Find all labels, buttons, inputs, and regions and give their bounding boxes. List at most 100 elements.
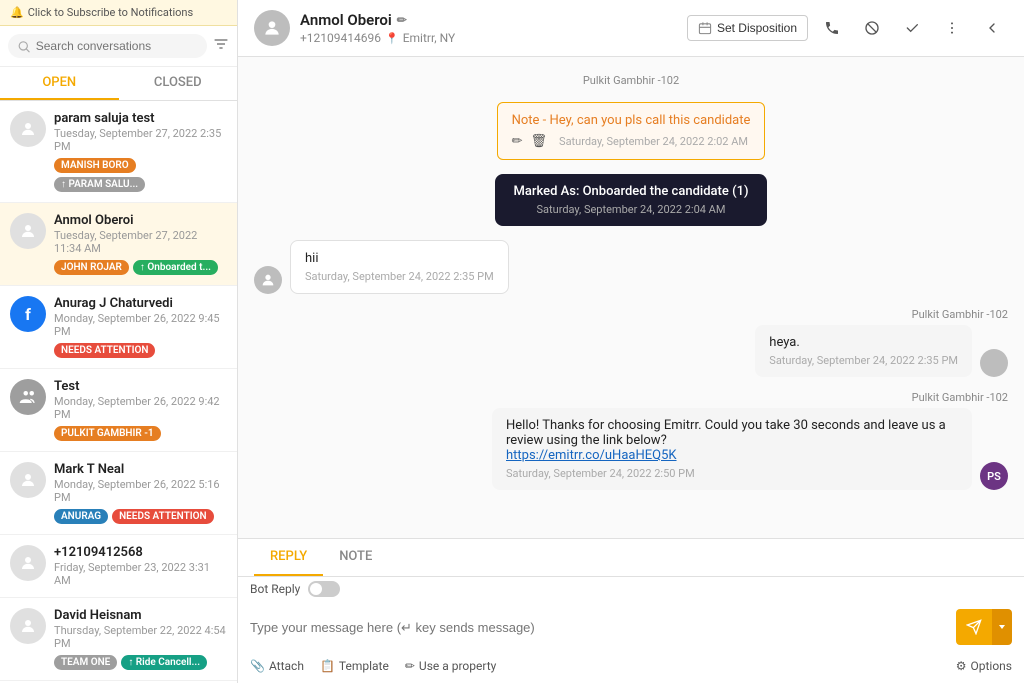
notification-bar[interactable]: 🔔 Click to Subscribe to Notifications xyxy=(0,0,237,26)
attach-button[interactable]: 📎 Attach xyxy=(250,659,304,673)
conv-body: Anurag J Chaturvedi Monday, September 26… xyxy=(54,296,227,358)
tag: TEAM ONE xyxy=(54,655,117,670)
note-container: Note - Hey, can you pls call this candid… xyxy=(254,102,1008,160)
list-item[interactable]: param saluja test Tuesday, September 27,… xyxy=(0,101,237,203)
outgoing-sender-2: Pulkit Gambhir -102 xyxy=(912,391,1008,404)
use-property-button[interactable]: ✏ Use a property xyxy=(405,659,496,673)
avatar xyxy=(10,379,46,415)
outgoing-avatar-1 xyxy=(980,349,1008,377)
avatar xyxy=(10,213,46,249)
tag: ↑ Ride Cancell... xyxy=(121,655,207,670)
back-icon[interactable] xyxy=(976,12,1008,44)
main-chat: Anmol Oberoi ✏ +12109414696 📍 Emitrr, NY… xyxy=(238,0,1024,683)
outgoing-bubble-2: Hello! Thanks for choosing Emitrr. Could… xyxy=(492,408,972,490)
conv-body: Mark T Neal Monday, September 26, 2022 5… xyxy=(54,462,227,524)
sidebar: 🔔 Click to Subscribe to Notifications OP… xyxy=(0,0,238,683)
pin-icon: 📍 xyxy=(385,32,399,45)
tabs: OPEN CLOSED xyxy=(0,67,237,101)
send-button-group xyxy=(956,609,1012,645)
search-input[interactable] xyxy=(36,39,197,53)
marked-container: Marked As: Onboarded the candidate (1) S… xyxy=(254,174,1008,226)
template-icon: 📋 xyxy=(320,659,335,673)
more-options-icon[interactable] xyxy=(936,12,968,44)
avatar: f xyxy=(10,296,46,332)
tag: ↑ Onboarded t... xyxy=(133,260,218,275)
list-item[interactable]: Mark T Neal Monday, September 26, 2022 5… xyxy=(0,452,237,535)
tab-open[interactable]: OPEN xyxy=(0,67,119,100)
search-row xyxy=(0,26,237,67)
delete-note-icon[interactable]: 🗑 xyxy=(531,134,548,149)
tag: PULKIT GAMBHIR -1 xyxy=(54,426,161,441)
list-item[interactable]: f Anurag J Chaturvedi Monday, September … xyxy=(0,286,237,369)
disposition-icon xyxy=(698,21,712,35)
ps-avatar: PS xyxy=(980,462,1008,490)
incoming-bubble-1: hii Saturday, September 24, 2022 2:35 PM xyxy=(290,240,509,294)
conv-time: Monday, September 26, 2022 5:16 PM xyxy=(54,478,227,504)
conv-body: Test Monday, September 26, 2022 9:42 PM … xyxy=(54,379,227,441)
tag-list: ANURAG NEEDS ATTENTION xyxy=(54,509,227,524)
block-icon[interactable] xyxy=(856,12,888,44)
edit-name-icon[interactable]: ✏ xyxy=(397,13,407,27)
bot-reply-label: Bot Reply xyxy=(250,582,300,596)
conv-time: Friday, September 23, 2022 3:31 AM xyxy=(54,561,227,587)
header-info: Anmol Oberoi ✏ +12109414696 📍 Emitrr, NY xyxy=(300,11,677,45)
notification-text: Click to Subscribe to Notifications xyxy=(28,6,193,19)
conv-time: Monday, September 26, 2022 9:45 PM xyxy=(54,312,227,338)
reply-input-row xyxy=(238,601,1024,653)
msg-time-1: Saturday, September 24, 2022 2:35 PM xyxy=(305,270,494,283)
conv-body: Anmol Oberoi Tuesday, September 27, 2022… xyxy=(54,213,227,275)
review-link[interactable]: https://emitrr.co/uHaaHEQ5K xyxy=(506,448,677,463)
tag: ANURAG xyxy=(54,509,108,524)
check-icon[interactable] xyxy=(896,12,928,44)
set-disposition-button[interactable]: Set Disposition xyxy=(687,15,808,41)
avatar xyxy=(10,111,46,147)
tab-closed[interactable]: CLOSED xyxy=(119,67,238,100)
conv-time: Tuesday, September 27, 2022 2:35 PM xyxy=(54,127,227,153)
search-box[interactable] xyxy=(8,34,207,58)
attach-label: Attach xyxy=(269,659,304,673)
list-item[interactable]: Anmol Oberoi Tuesday, September 27, 2022… xyxy=(0,203,237,286)
tag: NEEDS ATTENTION xyxy=(112,509,213,524)
conv-body: param saluja test Tuesday, September 27,… xyxy=(54,111,227,192)
property-icon: ✏ xyxy=(405,659,415,673)
list-item[interactable]: David Heisnam Thursday, September 22, 20… xyxy=(0,598,237,681)
conv-name: Test xyxy=(54,379,227,394)
marked-bubble: Marked As: Onboarded the candidate (1) S… xyxy=(495,174,766,226)
incoming-avatar xyxy=(254,266,282,294)
options-button[interactable]: ⚙ Options xyxy=(956,659,1012,673)
send-dropdown-button[interactable] xyxy=(992,609,1012,645)
edit-note-icon[interactable]: ✏ xyxy=(512,134,523,149)
conv-name: param saluja test xyxy=(54,111,227,126)
list-item[interactable]: Test Monday, September 26, 2022 9:42 PM … xyxy=(0,369,237,452)
outgoing-time-1: Saturday, September 24, 2022 2:35 PM xyxy=(769,354,958,367)
template-button[interactable]: 📋 Template xyxy=(320,659,389,673)
search-icon xyxy=(18,40,30,53)
filter-icon[interactable] xyxy=(213,36,229,56)
send-button[interactable] xyxy=(956,609,992,645)
outgoing-row-1: heya. Saturday, September 24, 2022 2:35 … xyxy=(755,325,1008,377)
outgoing-row-2: Hello! Thanks for choosing Emitrr. Could… xyxy=(492,408,1008,490)
property-label: Use a property xyxy=(419,659,496,673)
note-sender-label: Pulkit Gambhir -102 xyxy=(254,73,1008,88)
outgoing-time-2: Saturday, September 24, 2022 2:50 PM xyxy=(506,467,958,480)
message-input[interactable] xyxy=(250,620,948,635)
conv-name: Anurag J Chaturvedi xyxy=(54,296,227,311)
avatar xyxy=(10,462,46,498)
messages-area: Pulkit Gambhir -102 Note - Hey, can you … xyxy=(238,57,1024,538)
phone-icon[interactable] xyxy=(816,12,848,44)
tag-list: PULKIT GAMBHIR -1 xyxy=(54,426,227,441)
bot-reply-toggle[interactable] xyxy=(308,581,340,597)
conv-time: Tuesday, September 27, 2022 11:34 AM xyxy=(54,229,227,255)
tag: JOHN ROJAR xyxy=(54,260,129,275)
avatar xyxy=(254,10,290,46)
list-item[interactable]: +12109412568 Friday, September 23, 2022 … xyxy=(0,535,237,598)
outgoing-bubble-1: heya. Saturday, September 24, 2022 2:35 … xyxy=(755,325,972,377)
tab-reply[interactable]: REPLY xyxy=(254,539,323,576)
chat-header: Anmol Oberoi ✏ +12109414696 📍 Emitrr, NY… xyxy=(238,0,1024,57)
outgoing-text-2: Hello! Thanks for choosing Emitrr. Could… xyxy=(506,418,958,448)
msg-text-1: hii xyxy=(305,251,494,266)
contact-name: Anmol Oberoi xyxy=(300,11,392,29)
note-sender-text: Pulkit Gambhir -102 xyxy=(583,74,679,87)
tab-note[interactable]: NOTE xyxy=(323,539,388,576)
marked-text: Marked As: Onboarded the candidate (1) xyxy=(513,184,748,199)
